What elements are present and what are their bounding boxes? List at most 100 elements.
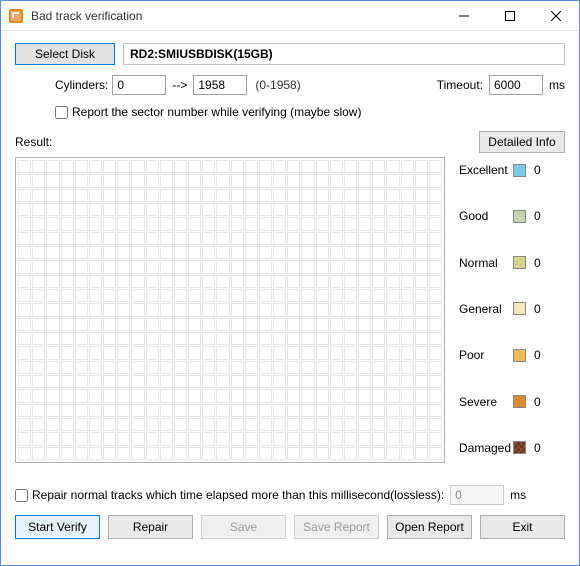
grid-cell bbox=[245, 404, 258, 417]
grid-cell bbox=[401, 447, 414, 460]
grid-cell bbox=[287, 246, 300, 259]
grid-cell bbox=[174, 232, 187, 245]
detailed-info-button[interactable]: Detailed Info bbox=[479, 131, 565, 153]
grid-cell bbox=[386, 375, 399, 388]
save-report-button[interactable]: Save Report bbox=[294, 515, 379, 539]
grid-cell bbox=[372, 160, 385, 173]
grid-cell bbox=[330, 404, 343, 417]
grid-cell bbox=[344, 203, 357, 216]
grid-cell bbox=[131, 217, 144, 230]
grid-cell bbox=[160, 160, 173, 173]
grid-cell bbox=[46, 203, 59, 216]
grid-cell bbox=[245, 160, 258, 173]
grid-cell bbox=[401, 404, 414, 417]
grid-cell bbox=[216, 375, 229, 388]
grid-cell bbox=[131, 389, 144, 402]
cylinder-from-input[interactable] bbox=[112, 75, 166, 95]
grid-cell bbox=[287, 346, 300, 359]
grid-cell bbox=[415, 275, 428, 288]
grid-cell bbox=[160, 318, 173, 331]
grid-cell bbox=[344, 160, 357, 173]
repair-button[interactable]: Repair bbox=[108, 515, 193, 539]
grid-cell bbox=[344, 246, 357, 259]
grid-cell bbox=[401, 318, 414, 331]
grid-cell bbox=[146, 275, 159, 288]
grid-cell bbox=[231, 289, 244, 302]
grid-cell bbox=[216, 246, 229, 259]
grid-cell bbox=[259, 246, 272, 259]
grid-cell bbox=[117, 361, 130, 374]
repair-tracks-checkbox[interactable] bbox=[15, 489, 28, 502]
close-button[interactable] bbox=[533, 1, 579, 31]
save-button[interactable]: Save bbox=[201, 515, 286, 539]
grid-cell bbox=[429, 332, 442, 345]
legend-item-general: General0 bbox=[459, 302, 565, 316]
grid-cell bbox=[415, 246, 428, 259]
grid-cell bbox=[188, 275, 201, 288]
grid-cell bbox=[216, 432, 229, 445]
grid-cell bbox=[231, 189, 244, 202]
grid-cell bbox=[174, 217, 187, 230]
grid-cell bbox=[415, 260, 428, 273]
grid-cell bbox=[401, 260, 414, 273]
grid-cell bbox=[46, 174, 59, 187]
exit-button[interactable]: Exit bbox=[480, 515, 565, 539]
grid-cell bbox=[103, 260, 116, 273]
grid-cell bbox=[103, 275, 116, 288]
grid-cell bbox=[330, 318, 343, 331]
grid-cell bbox=[316, 404, 329, 417]
grid-cell bbox=[202, 303, 215, 316]
grid-cell bbox=[273, 432, 286, 445]
cylinder-to-input[interactable] bbox=[193, 75, 247, 95]
grid-cell bbox=[61, 174, 74, 187]
grid-cell bbox=[32, 332, 45, 345]
repair-threshold-input[interactable] bbox=[450, 485, 504, 505]
grid-cell bbox=[415, 361, 428, 374]
grid-cell bbox=[316, 318, 329, 331]
grid-cell bbox=[61, 303, 74, 316]
grid-cell bbox=[61, 418, 74, 431]
grid-cell bbox=[61, 361, 74, 374]
grid-cell bbox=[174, 160, 187, 173]
grid-cell bbox=[18, 346, 31, 359]
open-report-button[interactable]: Open Report bbox=[387, 515, 472, 539]
select-disk-button[interactable]: Select Disk bbox=[15, 43, 115, 65]
grid-cell bbox=[188, 260, 201, 273]
grid-cell bbox=[386, 203, 399, 216]
grid-cell bbox=[316, 232, 329, 245]
grid-cell bbox=[117, 332, 130, 345]
grid-cell bbox=[174, 303, 187, 316]
grid-cell bbox=[216, 217, 229, 230]
grid-cell bbox=[330, 189, 343, 202]
grid-cell bbox=[146, 174, 159, 187]
grid-cell bbox=[202, 260, 215, 273]
grid-cell bbox=[231, 375, 244, 388]
grid-cell bbox=[131, 232, 144, 245]
grid-cell bbox=[245, 260, 258, 273]
grid-cell bbox=[372, 303, 385, 316]
grid-cell bbox=[202, 375, 215, 388]
grid-cell bbox=[372, 447, 385, 460]
grid-cell bbox=[245, 217, 258, 230]
maximize-button[interactable] bbox=[487, 1, 533, 31]
grid-cell bbox=[131, 174, 144, 187]
grid-cell bbox=[18, 174, 31, 187]
grid-cell bbox=[245, 246, 258, 259]
grid-cell bbox=[46, 275, 59, 288]
grid-cell bbox=[245, 332, 258, 345]
grid-cell bbox=[372, 418, 385, 431]
grid-cell bbox=[358, 246, 371, 259]
grid-cell bbox=[75, 318, 88, 331]
grid-cell bbox=[301, 232, 314, 245]
grid-cell bbox=[103, 375, 116, 388]
start-verify-button[interactable]: Start Verify bbox=[15, 515, 100, 539]
minimize-button[interactable] bbox=[441, 1, 487, 31]
grid-cell bbox=[386, 217, 399, 230]
grid-cell bbox=[75, 418, 88, 431]
report-sector-checkbox[interactable] bbox=[55, 106, 68, 119]
grid-cell bbox=[75, 203, 88, 216]
grid-cell bbox=[174, 174, 187, 187]
grid-cell bbox=[18, 432, 31, 445]
grid-cell bbox=[32, 447, 45, 460]
timeout-input[interactable] bbox=[489, 75, 543, 95]
